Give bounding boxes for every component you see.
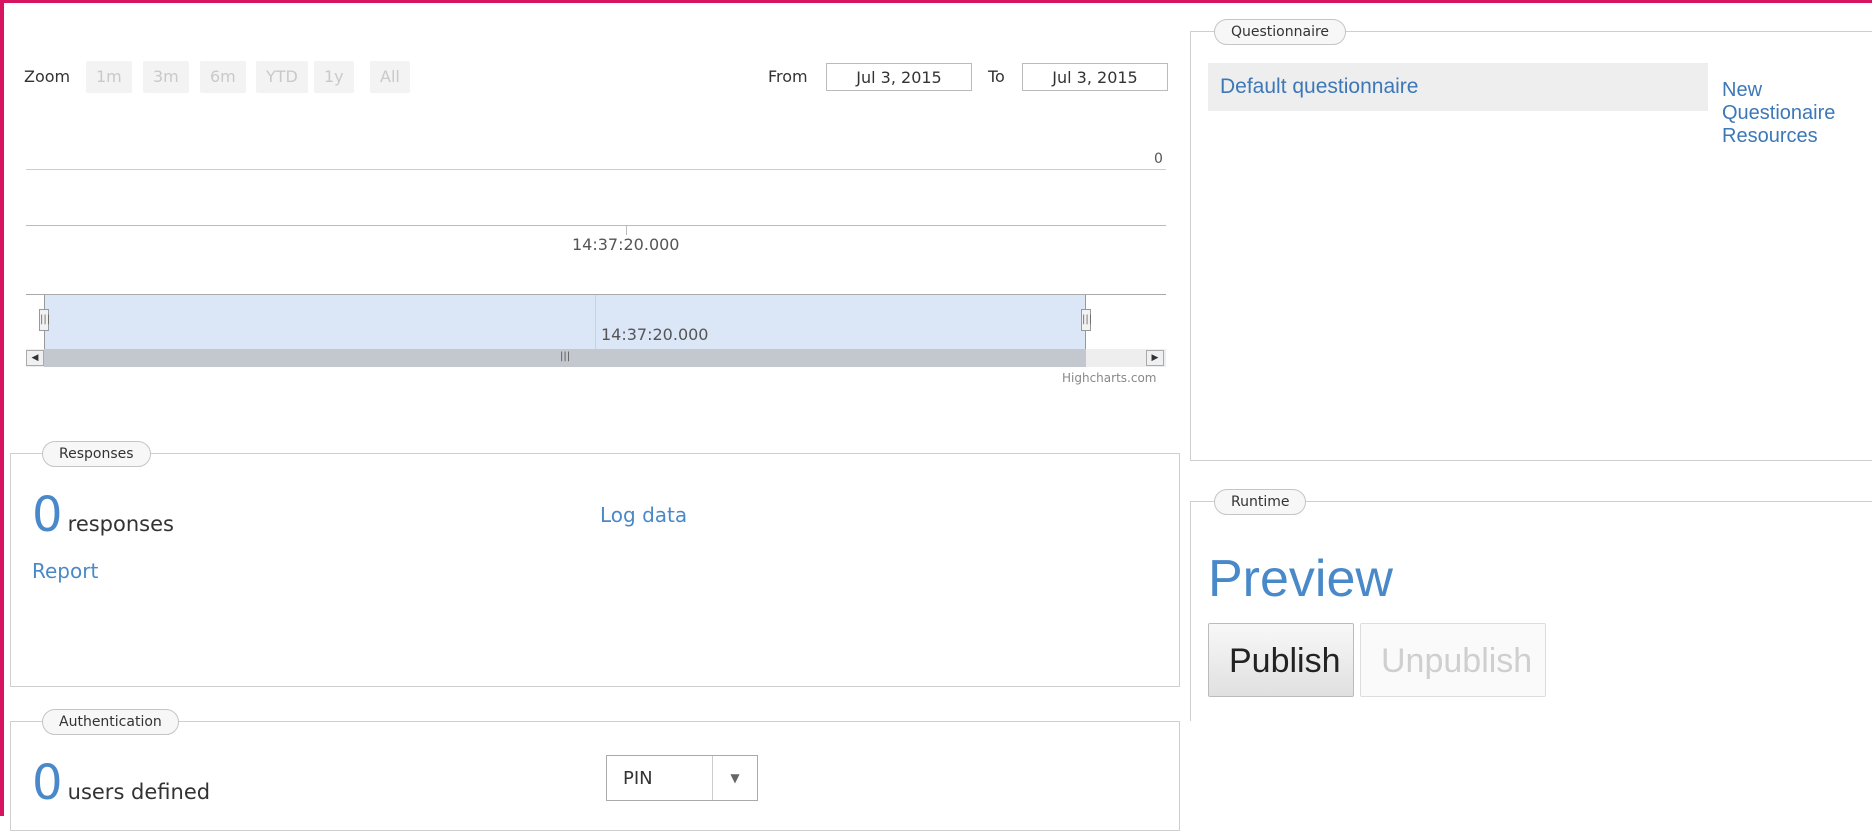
users-count: 0 bbox=[32, 755, 63, 811]
resources-link[interactable]: Resources bbox=[1722, 125, 1818, 148]
runtime-legend: Runtime bbox=[1214, 489, 1307, 515]
to-label: To bbox=[988, 67, 1005, 86]
report-link[interactable]: Report bbox=[32, 559, 98, 583]
navigator-tick: 14:37:20.000 bbox=[601, 325, 709, 344]
auth-method-select[interactable]: PIN ▼ bbox=[606, 755, 758, 801]
responses-count: 0 bbox=[32, 487, 63, 543]
auth-method-value: PIN bbox=[623, 768, 653, 789]
scrollbar-thumb[interactable]: ||| bbox=[44, 349, 1086, 367]
chevron-down-icon[interactable]: ▼ bbox=[712, 756, 757, 800]
scroll-right-arrow-icon[interactable]: ▶ bbox=[1146, 350, 1164, 366]
publish-button[interactable]: Publish bbox=[1208, 623, 1354, 697]
from-label: From bbox=[768, 67, 808, 86]
questionnaire-item-link[interactable]: Default questionnaire bbox=[1220, 75, 1418, 98]
navigator-right-handle[interactable]: ||| bbox=[1081, 309, 1092, 331]
questionnaire-legend: Questionnaire bbox=[1214, 19, 1347, 45]
zoom-all-button[interactable]: All bbox=[370, 61, 410, 93]
responses-legend: Responses bbox=[42, 441, 151, 467]
zoom-label: Zoom bbox=[24, 67, 71, 86]
users-count-block: 0 users defined bbox=[32, 759, 210, 807]
unpublish-button[interactable]: Unpublish bbox=[1360, 623, 1546, 697]
zoom-3m-button[interactable]: 3m bbox=[143, 61, 189, 93]
responses-count-suffix: responses bbox=[67, 512, 174, 536]
zoom-1y-button[interactable]: 1y bbox=[314, 61, 354, 93]
y-axis-tick: 0 bbox=[1154, 151, 1163, 167]
plot-gridline bbox=[26, 169, 1166, 170]
highcharts-credits-link[interactable]: Highcharts.com bbox=[1062, 371, 1156, 385]
x-axis-tick: 14:37:20.000 bbox=[572, 235, 680, 254]
zoom-ytd-button[interactable]: YTD bbox=[256, 61, 308, 93]
x-axis-tick-mark bbox=[626, 225, 627, 235]
zoom-6m-button[interactable]: 6m bbox=[200, 61, 246, 93]
authentication-legend: Authentication bbox=[42, 709, 179, 735]
navigator-selection[interactable]: 14:37:20.000 bbox=[44, 295, 1086, 349]
log-data-link[interactable]: Log data bbox=[600, 503, 687, 527]
scrollbar-grip-icon: ||| bbox=[560, 351, 571, 362]
preview-link[interactable]: Preview bbox=[1208, 549, 1393, 609]
users-count-suffix: users defined bbox=[67, 780, 211, 804]
zoom-1m-button[interactable]: 1m bbox=[86, 61, 132, 93]
new-questionnaire-link[interactable]: New Questionaire bbox=[1722, 79, 1872, 125]
from-date-input[interactable]: Jul 3, 2015 bbox=[826, 63, 972, 91]
navigator-gridline bbox=[595, 295, 596, 349]
navigator-left-handle[interactable]: ||| bbox=[39, 309, 50, 331]
questionnaire-list-item[interactable]: Default questionnaire bbox=[1208, 63, 1708, 111]
x-axis-line bbox=[26, 225, 1166, 226]
responses-count-block: 0 responses bbox=[32, 491, 174, 539]
to-date-input[interactable]: Jul 3, 2015 bbox=[1022, 63, 1168, 91]
responses-panel bbox=[10, 453, 1180, 687]
scroll-left-arrow-icon[interactable]: ◀ bbox=[26, 350, 44, 366]
